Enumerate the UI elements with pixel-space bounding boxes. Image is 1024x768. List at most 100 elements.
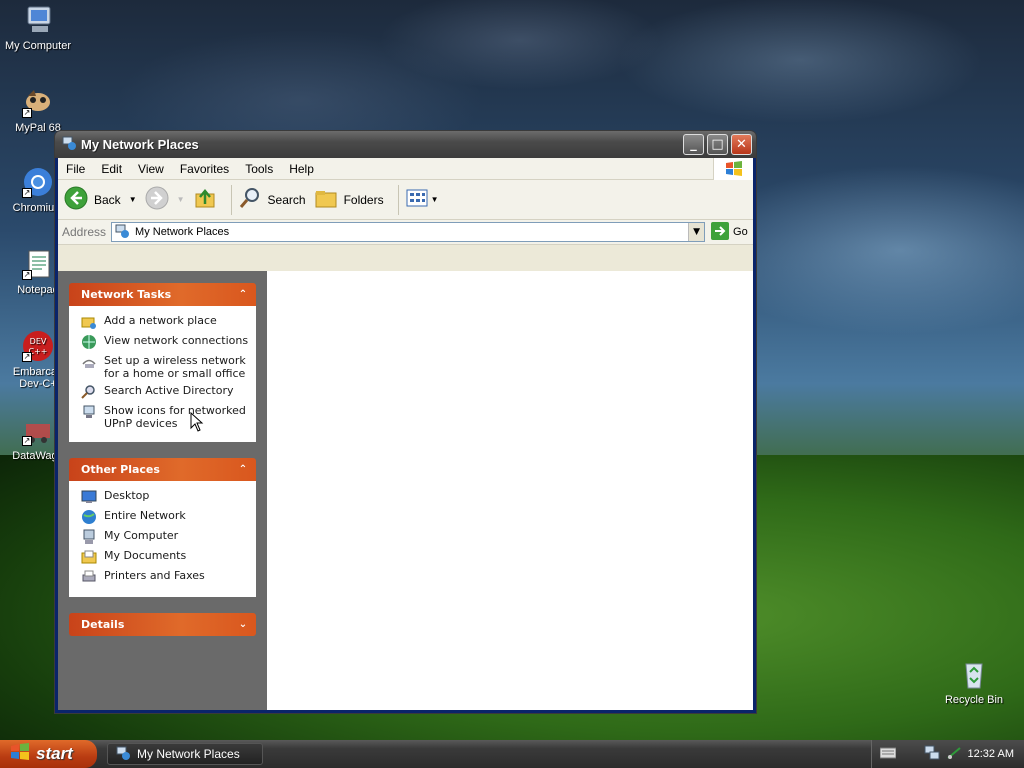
start-button[interactable]: start bbox=[0, 740, 97, 768]
svg-text:DEV: DEV bbox=[30, 337, 47, 346]
taskbar-window-button[interactable]: My Network Places bbox=[107, 743, 263, 765]
views-dropdown-icon: ▼ bbox=[430, 195, 439, 204]
collapse-chevron-icon[interactable]: ⌃ bbox=[236, 463, 250, 477]
search-directory-icon bbox=[81, 384, 97, 400]
address-value: My Network Places bbox=[135, 226, 230, 238]
folders-button[interactable]: Folders bbox=[314, 186, 384, 213]
my-documents-icon bbox=[81, 549, 97, 565]
views-button[interactable]: ▼ bbox=[405, 186, 439, 213]
chromium-icon: ↗ bbox=[22, 166, 54, 198]
toolbar-separator bbox=[230, 184, 232, 215]
details-panel: Details ⌄ bbox=[69, 613, 256, 636]
windows-flag-icon bbox=[10, 742, 30, 766]
views-icon bbox=[405, 186, 429, 213]
mouse-cursor-icon bbox=[190, 411, 204, 435]
other-places-body: Desktop Entire Network My Computer My Do… bbox=[69, 481, 256, 597]
network-status-icon[interactable] bbox=[924, 745, 940, 764]
maximize-icon: □ bbox=[711, 137, 724, 152]
file-view-area[interactable] bbox=[267, 271, 753, 710]
network-places-icon bbox=[116, 745, 132, 764]
back-button[interactable]: Back ▼ bbox=[64, 186, 137, 213]
menu-bar: File Edit View Favorites Tools Help bbox=[58, 158, 753, 180]
minimize-icon: _ bbox=[690, 137, 697, 152]
computer-icon bbox=[22, 4, 54, 36]
menu-view[interactable]: View bbox=[130, 162, 172, 176]
network-connections-icon bbox=[81, 334, 97, 350]
wireless-status-icon[interactable] bbox=[946, 745, 962, 764]
devcpp-icon: DEV C++ ↗ bbox=[22, 330, 54, 362]
notepad-icon: ↗ bbox=[22, 248, 54, 280]
windows-logo-icon bbox=[713, 158, 753, 180]
menu-favorites[interactable]: Favorites bbox=[172, 162, 237, 176]
place-desktop[interactable]: Desktop bbox=[81, 489, 250, 505]
other-places-header[interactable]: Other Places ⌃ bbox=[69, 458, 256, 481]
search-button[interactable]: Search bbox=[238, 186, 306, 213]
forward-button[interactable]: ▼ bbox=[145, 186, 185, 213]
up-folder-button[interactable] bbox=[193, 186, 217, 213]
search-icon bbox=[238, 186, 262, 213]
place-entire-network[interactable]: Entire Network bbox=[81, 509, 250, 525]
upnp-icon bbox=[81, 404, 97, 420]
back-arrow-icon bbox=[64, 186, 88, 213]
add-network-place-icon bbox=[81, 314, 97, 330]
address-dropdown-icon[interactable]: ▼ bbox=[688, 223, 705, 241]
maximize-button[interactable]: □ bbox=[707, 134, 728, 155]
place-my-computer[interactable]: My Computer bbox=[81, 529, 250, 545]
title-bar[interactable]: My Network Places _ □ ✕ bbox=[55, 131, 756, 158]
forward-arrow-icon bbox=[145, 186, 169, 213]
keyboard-icon[interactable] bbox=[879, 747, 897, 762]
task-add-network-place[interactable]: Add a network place bbox=[81, 314, 250, 330]
minimize-button[interactable]: _ bbox=[683, 134, 704, 155]
back-dropdown-icon[interactable]: ▼ bbox=[129, 195, 137, 204]
details-header[interactable]: Details ⌄ bbox=[69, 613, 256, 636]
close-button[interactable]: ✕ bbox=[731, 134, 752, 155]
task-pane: Network Tasks ⌃ Add a network place View… bbox=[58, 271, 267, 710]
address-bar: Address My Network Places ▼ Go bbox=[58, 220, 753, 245]
folders-icon bbox=[314, 186, 338, 213]
menu-tools[interactable]: Tools bbox=[237, 162, 281, 176]
datawago-icon: ↗ bbox=[22, 414, 54, 446]
task-view-network-connections[interactable]: View network connections bbox=[81, 334, 250, 350]
toolbar: Back ▼ ▼ Search Folders ▼ bbox=[58, 180, 753, 220]
explorer-body: Network Tasks ⌃ Add a network place View… bbox=[58, 271, 753, 710]
place-printers-faxes[interactable]: Printers and Faxes bbox=[81, 569, 250, 585]
network-places-icon bbox=[115, 223, 131, 242]
window-title: My Network Places bbox=[81, 137, 199, 152]
system-tray: 12:32 AM bbox=[870, 740, 1024, 768]
network-tasks-panel: Network Tasks ⌃ Add a network place View… bbox=[69, 283, 256, 442]
desktop-icon-my-computer[interactable]: My Computer bbox=[0, 4, 76, 52]
expand-chevron-icon[interactable]: ⌄ bbox=[236, 618, 250, 632]
task-setup-wireless[interactable]: Set up a wireless network for a home or s… bbox=[81, 354, 250, 380]
recycle-bin-icon bbox=[958, 658, 990, 690]
task-show-upnp[interactable]: Show icons for networked UPnP devices bbox=[81, 404, 250, 430]
forward-dropdown-icon[interactable]: ▼ bbox=[177, 195, 185, 204]
menu-help[interactable]: Help bbox=[281, 162, 322, 176]
toolbar-separator bbox=[397, 184, 399, 215]
menu-edit[interactable]: Edit bbox=[93, 162, 130, 176]
explorer-window[interactable]: My Network Places _ □ ✕ File Edit View F… bbox=[54, 130, 757, 714]
menu-file[interactable]: File bbox=[58, 162, 93, 176]
desktop-icon-mypal[interactable]: ↗ MyPal 68 bbox=[0, 86, 76, 134]
collapse-chevron-icon[interactable]: ⌃ bbox=[236, 288, 250, 302]
network-tasks-body: Add a network place View network connect… bbox=[69, 306, 256, 442]
my-computer-icon bbox=[81, 529, 97, 545]
entire-network-icon bbox=[81, 509, 97, 525]
printers-icon bbox=[81, 569, 97, 585]
window-client: File Edit View Favorites Tools Help Back… bbox=[58, 158, 753, 710]
up-folder-icon bbox=[193, 186, 217, 213]
network-tasks-header[interactable]: Network Tasks ⌃ bbox=[69, 283, 256, 306]
go-button[interactable]: Go bbox=[711, 221, 748, 243]
other-places-panel: Other Places ⌃ Desktop Entire Network My… bbox=[69, 458, 256, 597]
desktop-icon-recycle-bin[interactable]: Recycle Bin bbox=[936, 658, 1012, 706]
task-search-active-directory[interactable]: Search Active Directory bbox=[81, 384, 250, 400]
close-icon: ✕ bbox=[736, 137, 747, 152]
desktop-icon bbox=[81, 489, 97, 505]
place-my-documents[interactable]: My Documents bbox=[81, 549, 250, 565]
address-input[interactable]: My Network Places ▼ bbox=[111, 222, 706, 242]
clock[interactable]: 12:32 AM bbox=[968, 748, 1014, 760]
network-places-icon bbox=[61, 135, 77, 154]
taskbar: start My Network Places 12:32 AM bbox=[0, 740, 1024, 768]
mypal-icon: ↗ bbox=[22, 86, 54, 118]
go-arrow-icon bbox=[711, 221, 730, 243]
wireless-icon bbox=[81, 354, 97, 370]
